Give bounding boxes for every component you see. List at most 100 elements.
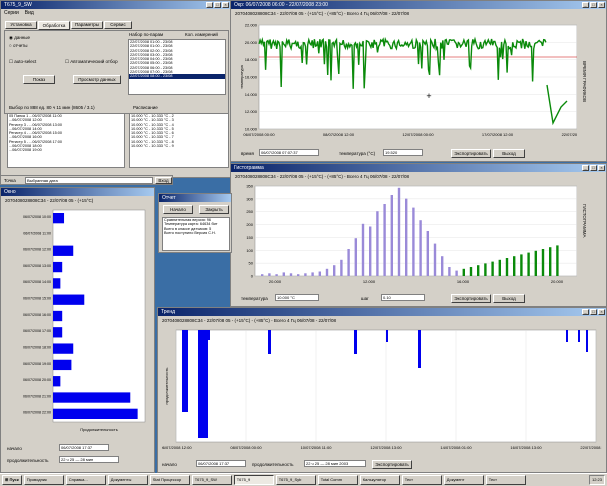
histogram-bar xyxy=(541,249,545,276)
chart3-plot[interactable]: 06/07/2008 12:00 08/07/2008 00:00 10/07/20… xyxy=(162,326,602,452)
chart4-bar xyxy=(53,310,63,322)
tab-setup[interactable]: Установка xyxy=(5,21,37,29)
maximize-icon[interactable]: □ xyxy=(590,309,597,315)
show-button[interactable]: Показ xyxy=(23,75,55,84)
close-icon[interactable]: × xyxy=(598,309,605,315)
status-field[interactable]: Выбранная дата xyxy=(25,177,153,184)
close-icon[interactable]: × xyxy=(598,2,605,8)
chart1-x-tick: 17/07/2008 12:00 xyxy=(482,132,514,137)
chart2-plot[interactable]: 350 300 250 200 150 100 50 0 20.000 12.000 16.000 2… xyxy=(237,182,577,290)
measurement-list[interactable]: 22/07/2008 01:00 - 23/08 22/07/2008 01:00… xyxy=(128,39,226,95)
minimize-icon[interactable]: _ xyxy=(582,309,589,315)
chart4-start-field[interactable]: 06/07/2008 17:37 xyxy=(59,444,109,451)
maximize-icon[interactable]: □ xyxy=(214,2,221,8)
chart2-info-bar: 2070408028808C34 - 22/07/08 05 - (+15°С)… xyxy=(235,174,410,179)
minimize-icon[interactable]: _ xyxy=(582,165,589,171)
taskbar-item[interactable]: Проводник xyxy=(23,475,64,485)
histogram-bar xyxy=(433,243,437,276)
measurement-list-rows: 22/07/2008 01:00 - 23/08 22/07/2008 01:00… xyxy=(129,40,225,79)
taskbar-item[interactable]: Т675_9_Syb xyxy=(275,475,316,485)
maximize-icon[interactable]: □ xyxy=(590,165,597,171)
view-data-button[interactable]: Просмотр данных xyxy=(73,75,121,84)
taskbar-item[interactable]: Справка... xyxy=(65,475,106,485)
taskbar-item[interactable]: Тест xyxy=(485,475,526,485)
chart4-y-tick: 06/07/2008 12:00 xyxy=(23,248,51,252)
chart1-exit-button[interactable]: Выход xyxy=(493,149,525,158)
chart1-side-label: ВРЕМЯ ГРАФИКОВ xyxy=(582,61,587,102)
data-window-title: Т675_9_SW xyxy=(4,2,32,8)
chart4-duration-field[interactable]: 22 ч 25 — 28 мин xyxy=(59,456,119,463)
tab-processing[interactable]: Обработка xyxy=(38,21,70,30)
taskbar-item[interactable]: Тест xyxy=(401,475,442,485)
chart4-y-tick: 06/07/2008 16:00 xyxy=(23,313,51,317)
records-list-right[interactable]: 10.000 °C - 10.333 °C - 2 10.000 °C - 10.… xyxy=(129,113,229,168)
chart1-plot[interactable]: 22.000 20.000 18.000 16.000 14.000 12.000 10.0… xyxy=(237,19,577,139)
dialog-start-button[interactable]: Начало xyxy=(163,205,193,214)
maximize-icon[interactable]: □ xyxy=(590,2,597,8)
histogram-bar xyxy=(556,245,559,276)
radio-reports-label: отчеты xyxy=(12,43,28,48)
histogram-bar xyxy=(304,273,307,276)
menu-series[interactable]: Серии xyxy=(4,9,19,17)
section-label: Выбор по 888 ед. 80 ч 11 мин (8605 / 3.1… xyxy=(9,105,95,110)
chart1-export-button[interactable]: Экспортировать xyxy=(451,149,491,158)
list-item[interactable]: ...06/07/2008 19:00 xyxy=(8,148,124,152)
chart3-export-button[interactable]: Экспортировать xyxy=(372,460,412,469)
records-list-left[interactable]: 05 Папка 1 ...06/07/2008 11:00 ...06/07/2… xyxy=(7,113,125,168)
chart1-x-tick: 22/07/2008 11:00 xyxy=(562,132,577,137)
chart4-y-tick: 06/07/2008 21:00 xyxy=(23,394,51,398)
taskbar-item[interactable]: Документ xyxy=(443,475,484,485)
chart1-time-field[interactable]: 06/07/2008 07:07:37 xyxy=(259,149,319,156)
chart3-info-bar: 2070408028808C34 - 22/07/08 05 - (+15°С)… xyxy=(162,318,337,323)
dialog-close-button[interactable]: Закрыть xyxy=(199,205,229,214)
chart2-exit-button[interactable]: Выход xyxy=(493,294,525,303)
chart3-start-field[interactable]: 06/07/2008 17:37 xyxy=(196,460,246,467)
chart1-y-tick: 10.000 xyxy=(245,127,258,132)
chart2-y-tick: 100 xyxy=(246,248,253,253)
radio-reports[interactable]: ○ отчеты xyxy=(9,43,27,48)
taskbar-item[interactable]: Т675_9_SW xyxy=(191,475,232,485)
minimize-icon[interactable]: _ xyxy=(582,2,589,8)
chart4-bar xyxy=(53,213,65,224)
histogram-bar xyxy=(340,259,343,276)
checkbox-auto2[interactable]: ☐ Автоматический отбор xyxy=(65,59,118,65)
histogram-bar xyxy=(498,259,501,276)
taskbar-item[interactable]: Документы xyxy=(107,475,148,485)
trend-bar xyxy=(586,330,588,352)
list-item[interactable]: 22/07/2008 08:00 - 23/08 xyxy=(129,74,225,79)
close-icon[interactable]: × xyxy=(222,2,229,8)
chart2-export-button[interactable]: Экспортировать xyxy=(451,294,491,303)
histogram-bar xyxy=(268,273,271,276)
trend-bar xyxy=(268,330,271,354)
histogram-bar xyxy=(448,267,451,276)
start-button[interactable]: ⊞ Пуск xyxy=(2,475,22,485)
chart2-title: Гистограмма xyxy=(234,165,264,171)
chart3-duration-field[interactable]: 22 ч 25 — 28 мин 2003 xyxy=(304,460,366,467)
minimize-icon[interactable]: _ xyxy=(206,2,213,8)
status-enter-button[interactable]: Вход xyxy=(155,177,172,184)
dialog-line: Всего поступило Версия С.Н. xyxy=(164,230,216,235)
radio-data[interactable]: ◉ данные xyxy=(9,35,30,41)
checkbox-auto[interactable]: ☐ auto-select xyxy=(9,59,36,65)
tab-parameters[interactable]: Параметры xyxy=(71,21,103,29)
chart2-y-tick: 350 xyxy=(246,184,253,189)
taskbar-item[interactable]: Total Comm xyxy=(317,475,358,485)
chart4-y-tick: 06/07/2008 19:00 xyxy=(23,362,51,366)
windows-logo-icon: ⊞ xyxy=(5,477,9,482)
chart2-step-field[interactable]: 0.10 xyxy=(381,294,425,301)
close-icon[interactable]: × xyxy=(598,165,605,171)
taskbar-item[interactable]: Stat Процессор xyxy=(149,475,190,485)
chart4-plot[interactable]: 06/07/2008 10:00 06/07/2008 11:00 06/07/20… xyxy=(3,206,151,438)
chart3-x-tick: 06/07/2008 12:00 xyxy=(162,445,192,450)
tab-service[interactable]: Сервис xyxy=(104,21,132,29)
menu-view[interactable]: Вид xyxy=(25,9,34,17)
chart2-temp-field[interactable]: 10.000 °C xyxy=(275,294,319,301)
taskbar-item[interactable]: Калькулятор xyxy=(359,475,400,485)
histogram-bar xyxy=(549,247,552,276)
list-item[interactable]: 10.000 °C - 10.333 °C - 9 xyxy=(130,144,228,148)
histogram-bar xyxy=(520,254,523,276)
histogram-bar xyxy=(318,271,321,276)
taskbar-item[interactable]: Т675_9 xyxy=(233,475,274,485)
chart1-temp-field[interactable]: 19.520 xyxy=(383,149,423,156)
histogram-bar xyxy=(534,250,537,276)
